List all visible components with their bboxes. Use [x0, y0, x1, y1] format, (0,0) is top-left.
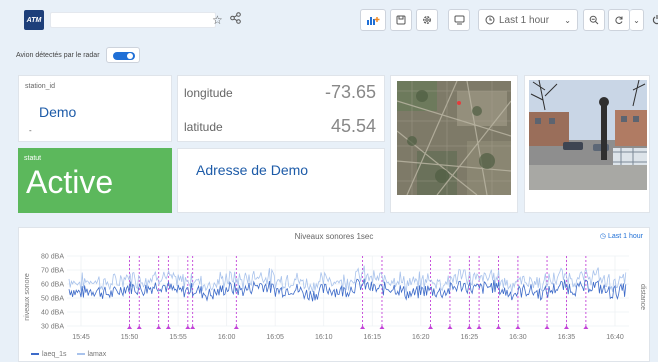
- y-tick-label: 60 dBA: [41, 282, 64, 289]
- sound-level-chart-panel: Niveaux sonores 1sec ◷ Last 1 hour 80 dB…: [18, 227, 650, 362]
- y2-axis-label: distance: [639, 284, 646, 310]
- y-tick-label: 50 dBA: [41, 296, 64, 303]
- x-tick-label: 16:05: [266, 334, 284, 341]
- station-sub: -: [29, 126, 32, 135]
- x-tick-label: 15:55: [169, 334, 187, 341]
- status-panel: statut Active: [18, 148, 172, 213]
- longitude-label: longitude: [184, 86, 233, 100]
- address-value: Adresse de Demo: [196, 162, 309, 178]
- legend-item-laeq[interactable]: laeq_1s: [31, 351, 67, 358]
- x-tick-label: 15:45: [72, 334, 90, 341]
- longitude-value: -73.65: [324, 82, 376, 102]
- x-tick-label: 16:10: [315, 334, 333, 341]
- logo[interactable]: ATM: [24, 10, 44, 30]
- latitude-label: latitude: [184, 120, 223, 134]
- variable-row: Avion détectés par le radar: [16, 44, 140, 66]
- station-title: station_id: [25, 83, 55, 90]
- latitude-value: 45.54: [330, 116, 376, 136]
- y-axis-label: niveaux sonore: [24, 273, 31, 321]
- x-tick-label: 16:25: [461, 334, 479, 341]
- photo-panel: [524, 75, 650, 213]
- chart-legend: laeq_1s lamax: [31, 351, 106, 358]
- x-tick-label: 16:00: [218, 334, 236, 341]
- monitor-icon[interactable]: [448, 9, 470, 31]
- x-tick-label: 16:40: [606, 334, 624, 341]
- chevron-down-icon: ⌄: [564, 15, 571, 25]
- chart-time-range[interactable]: ◷ Last 1 hour: [600, 232, 643, 240]
- y-tick-label: 80 dBA: [41, 254, 64, 261]
- gear-icon[interactable]: [416, 9, 438, 31]
- zoom-out-icon[interactable]: [583, 9, 605, 31]
- status-title: statut: [24, 155, 42, 162]
- y-tick-label: 40 dBA: [41, 310, 64, 317]
- dashboard-title-field[interactable]: [50, 12, 216, 28]
- street-photo-image[interactable]: [529, 80, 647, 190]
- map-panel: [390, 75, 518, 213]
- chart-title: Niveaux sonores 1sec: [294, 232, 374, 241]
- share-icon[interactable]: [230, 12, 241, 28]
- top-bar: ATM ☆ Last 1 hour ⌄ ⌄: [16, 6, 658, 36]
- station-panel: station_id Demo -: [18, 75, 172, 142]
- star-icon[interactable]: ☆: [212, 12, 223, 28]
- y-tick-label: 30 dBA: [41, 324, 64, 331]
- coordinates-panel: longitude -73.65 latitude 45.54: [177, 75, 385, 142]
- y-tick-label: 70 dBA: [41, 268, 64, 275]
- chart-time-label: Last 1 hour: [607, 233, 643, 240]
- status-value: Active: [26, 164, 114, 200]
- time-range-label: Last 1 hour: [499, 14, 550, 26]
- radar-toggle[interactable]: [105, 47, 140, 63]
- power-icon[interactable]: [652, 13, 658, 29]
- variable-label: Avion détectés par le radar: [16, 51, 100, 59]
- chart-plot[interactable]: 80 dBA 70 dBA 60 dBA 50 dBA 40 dBA 30 dBA 15:…: [19, 242, 651, 354]
- clock-icon: ◷: [599, 233, 607, 240]
- station-value: Demo: [39, 104, 77, 120]
- address-panel: Adresse de Demo: [177, 148, 385, 213]
- legend-item-lamax[interactable]: lamax: [76, 351, 106, 358]
- x-tick-label: 16:35: [558, 334, 576, 341]
- refresh-interval-chevron[interactable]: ⌄: [630, 9, 644, 31]
- add-panel-button[interactable]: [360, 9, 386, 31]
- refresh-icon[interactable]: [608, 9, 630, 31]
- x-tick-label: 16:20: [412, 334, 430, 341]
- save-icon[interactable]: [390, 9, 412, 31]
- x-tick-label: 16:30: [509, 334, 527, 341]
- x-tick-label: 16:15: [364, 334, 382, 341]
- time-range-picker[interactable]: Last 1 hour ⌄: [478, 9, 578, 31]
- satellite-map-image[interactable]: [397, 81, 511, 195]
- x-tick-label: 15:50: [121, 334, 139, 341]
